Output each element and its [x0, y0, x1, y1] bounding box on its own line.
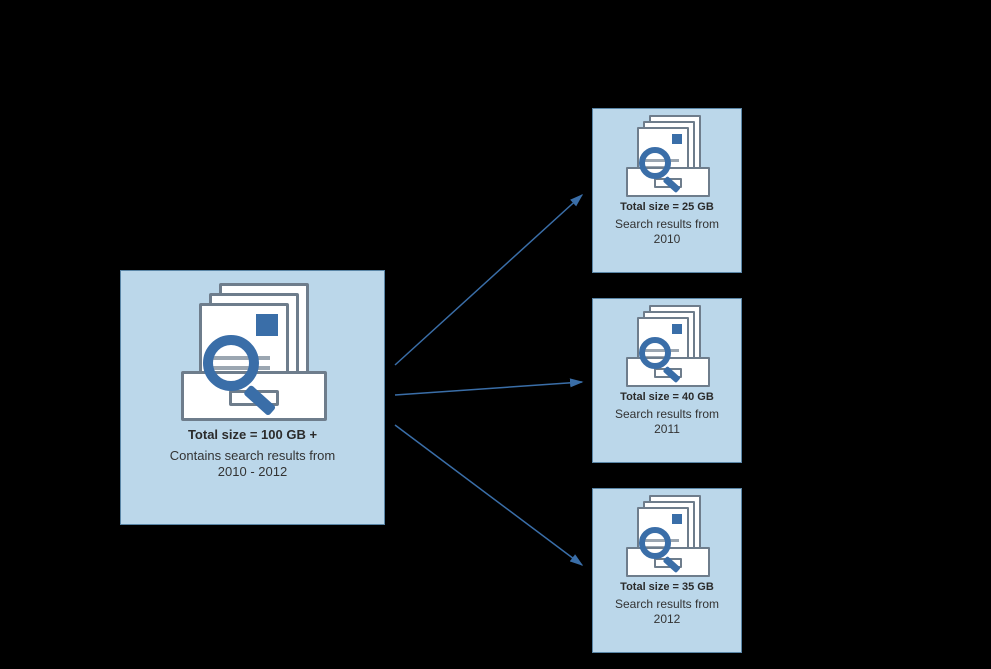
split-size-label: Total size = 35 GB: [593, 581, 741, 593]
archive-search-icon: [621, 495, 713, 577]
archive-search-icon: [621, 305, 713, 387]
split-size-label: Total size = 25 GB: [593, 201, 741, 213]
source-description: Contains search results from 2010 - 2012: [121, 448, 384, 481]
split-archive-box-2011: Total size = 40 GB Search results from 2…: [592, 298, 742, 463]
split-desc-line1: Search results from: [615, 407, 719, 421]
split-archive-box-2010: Total size = 25 GB Search results from 2…: [592, 108, 742, 273]
split-desc-line2: 2012: [654, 612, 681, 626]
archive-search-icon: [621, 115, 713, 197]
split-desc-line2: 2010: [654, 232, 681, 246]
split-description: Search results from 2010: [593, 217, 741, 247]
source-desc-line1: Contains search results from: [170, 448, 335, 463]
split-description: Search results from 2011: [593, 407, 741, 437]
source-desc-line2: 2010 - 2012: [218, 464, 287, 479]
split-description: Search results from 2012: [593, 597, 741, 627]
split-desc-line2: 2011: [654, 422, 680, 436]
split-archive-box-2012: Total size = 35 GB Search results from 2…: [592, 488, 742, 653]
archive-search-icon: [173, 283, 333, 423]
source-size-label: Total size = 100 GB +: [121, 427, 384, 442]
source-archive-box: Total size = 100 GB + Contains search re…: [120, 270, 385, 525]
split-desc-line1: Search results from: [615, 217, 719, 231]
split-size-label: Total size = 40 GB: [593, 391, 741, 403]
split-desc-line1: Search results from: [615, 597, 719, 611]
